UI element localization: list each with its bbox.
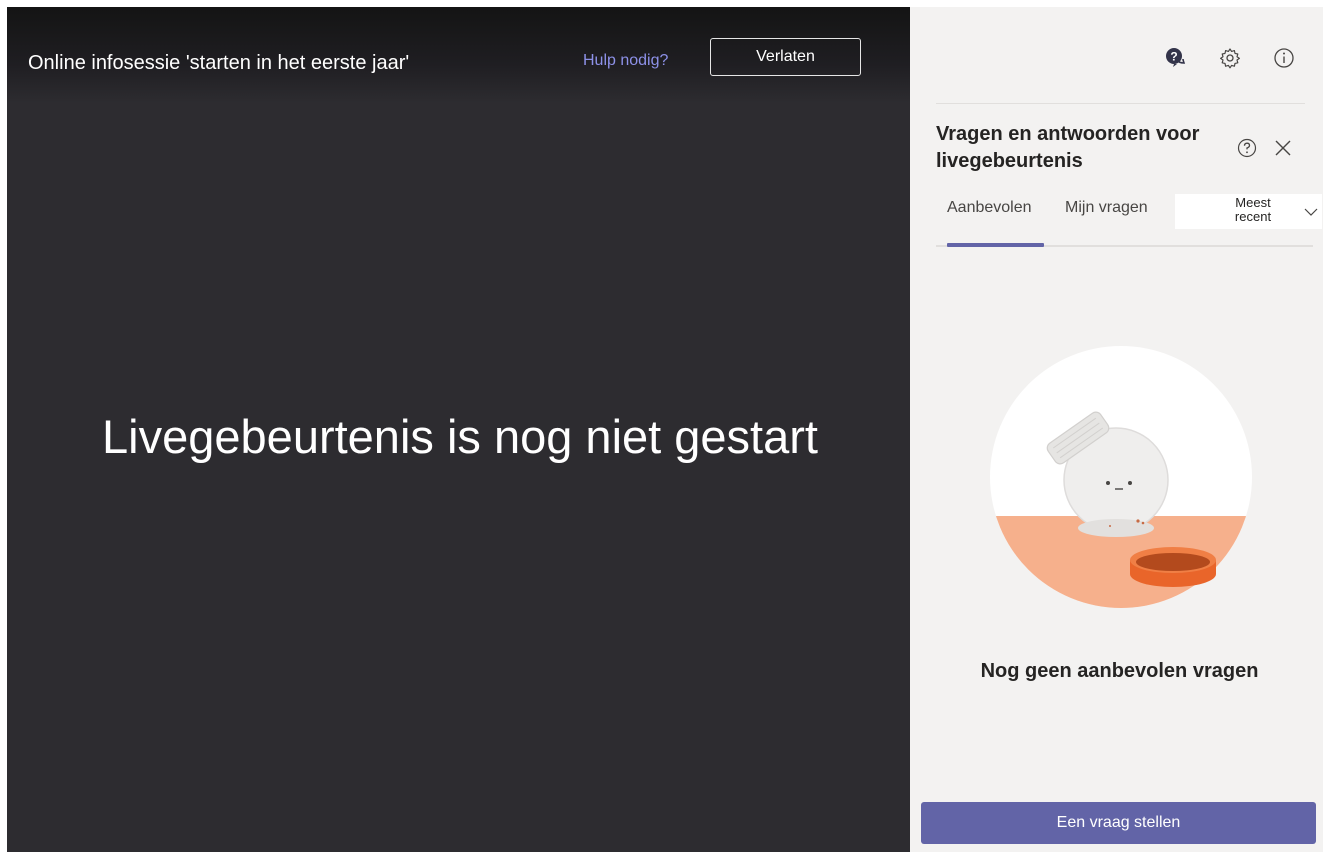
sort-dropdown[interactable]: Meest recent bbox=[1175, 194, 1322, 229]
tab-recommended[interactable]: Aanbevolen bbox=[947, 199, 1032, 217]
help-link[interactable]: Hulp nodig? bbox=[583, 51, 668, 71]
panel-title: Vragen en antwoorden voor livegebeurteni… bbox=[936, 123, 1200, 172]
svg-text:?: ? bbox=[1170, 50, 1177, 64]
qa-tabs: Aanbevolen Mijn vragen Meest recent bbox=[936, 194, 1322, 247]
ask-question-button[interactable]: Een vraag stellen bbox=[921, 802, 1316, 844]
app-window: Online infosessie 'starten in het eerste… bbox=[7, 7, 1323, 852]
panel-divider bbox=[936, 103, 1305, 104]
event-title: Online infosessie 'starten in het eerste… bbox=[28, 52, 410, 74]
stage-header: Online infosessie 'starten in het eerste… bbox=[7, 7, 910, 103]
tab-my-questions[interactable]: Mijn vragen bbox=[1065, 199, 1148, 217]
sort-dropdown-value: Meest recent bbox=[1234, 195, 1272, 224]
live-event-stage: Online infosessie 'starten in het eerste… bbox=[7, 7, 910, 852]
active-tab-indicator bbox=[947, 243, 1044, 247]
qa-panel: ? Vragen en antwoorden voor livegebeurte… bbox=[910, 7, 1323, 852]
info-icon[interactable] bbox=[1273, 47, 1295, 69]
empty-state-message: Nog geen aanbevolen vragen bbox=[980, 660, 1259, 682]
close-icon[interactable] bbox=[1272, 137, 1294, 159]
chevron-down-icon bbox=[1304, 208, 1318, 216]
gear-icon[interactable] bbox=[1219, 47, 1241, 69]
leave-button[interactable]: Verlaten bbox=[710, 38, 861, 76]
panel-toolbar: ? bbox=[1165, 47, 1295, 69]
qa-chat-icon[interactable]: ? bbox=[1165, 47, 1187, 69]
help-circle-icon[interactable] bbox=[1236, 137, 1258, 159]
event-status-message: Livegebeurtenis is nog niet gestart bbox=[102, 410, 818, 463]
empty-jar-illustration bbox=[990, 346, 1252, 608]
